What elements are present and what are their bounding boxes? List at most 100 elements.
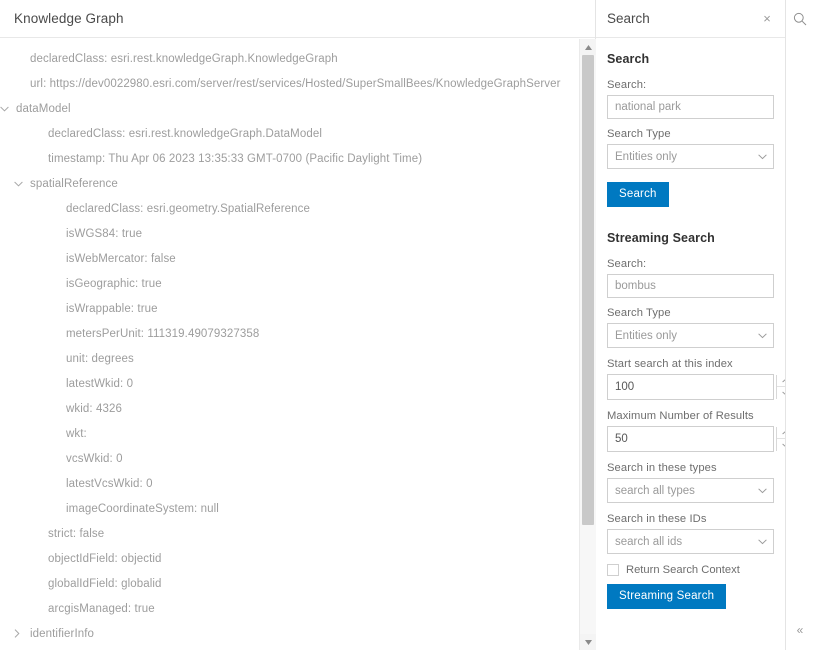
return-search-context-checkbox[interactable] [607, 564, 619, 576]
tree-row: latestVcsWkid: 0 [0, 471, 578, 496]
max-results-spinner[interactable] [776, 427, 785, 451]
tree-row: imageCoordinateSystem: null [0, 496, 578, 521]
tree-row: declaredClass: esri.rest.knowledgeGraph.… [0, 46, 578, 71]
streaming-search-input[interactable] [607, 274, 774, 298]
search-section-heading: Search [607, 52, 650, 66]
app-root: Knowledge Graph declaredClass: esri.rest… [0, 0, 815, 650]
search-type-select[interactable]: Entities only [607, 144, 774, 169]
tree-row-label: objectIdField: objectid [48, 552, 162, 565]
tree-row: isWGS84: true [0, 221, 578, 246]
tree-row: isGeographic: true [0, 271, 578, 296]
max-results-input[interactable] [608, 427, 776, 451]
tree-row-label: declaredClass: esri.rest.knowledgeGraph.… [30, 52, 338, 65]
tree-row[interactable]: dataModel [0, 96, 578, 121]
chevron-down-icon[interactable] [0, 106, 16, 112]
tree-row: url: https://dev0022980.esri.com/server/… [0, 71, 578, 96]
tree-row-label: url: https://dev0022980.esri.com/server/… [30, 77, 561, 90]
tree-row-label: isWrappable: true [66, 302, 158, 315]
streaming-search-button[interactable]: Streaming Search [607, 584, 727, 609]
streaming-search-type-label: Search Type [607, 307, 671, 319]
tree-row: wkt: [0, 421, 578, 446]
tree-row-label: latestWkid: 0 [66, 377, 134, 390]
tree-row-label: identifierInfo [30, 627, 95, 640]
search-types-value[interactable]: search all types [607, 478, 774, 503]
tree-row-label: imageCoordinateSystem: null [66, 502, 219, 515]
tree-row: arcgisManaged: true [0, 596, 578, 621]
tree-row-label: isGeographic: true [66, 277, 162, 290]
stepper-up-icon[interactable] [777, 375, 785, 387]
search-icon[interactable] [786, 0, 814, 38]
start-index-input[interactable] [608, 375, 776, 399]
search-input[interactable] [607, 95, 774, 119]
start-index-label: Start search at this index [607, 358, 733, 370]
tree-row-label: declaredClass: esri.rest.knowledgeGraph.… [48, 127, 323, 140]
tree-row: unit: degrees [0, 346, 578, 371]
knowledge-graph-header: Knowledge Graph [0, 0, 595, 38]
scroll-down-button[interactable] [580, 634, 596, 650]
tree-row-label: spatialReference [30, 177, 118, 190]
tree-row: isWebMercator: false [0, 246, 578, 271]
tree-row-label: wkt: [66, 427, 87, 440]
streaming-search-type-select[interactable]: Entities only [607, 323, 774, 348]
search-panel-title: Search [607, 11, 650, 26]
search-type-value[interactable]: Entities only [607, 144, 774, 169]
action-rail: « [786, 0, 814, 650]
tree-row-label: globalIdField: globalid [48, 577, 162, 590]
tree-row: timestamp: Thu Apr 06 2023 13:35:33 GMT-… [0, 146, 578, 171]
tree-row[interactable]: identifierInfo [0, 621, 578, 646]
search-field-label: Search: [607, 79, 647, 91]
search-type-label: Search Type [607, 128, 671, 140]
stepper-down-icon[interactable] [777, 439, 785, 451]
tree-row: latestWkid: 0 [0, 371, 578, 396]
close-icon[interactable]: × [759, 11, 775, 27]
search-button[interactable]: Search [607, 182, 669, 207]
search-ids-label: Search in these IDs [607, 513, 707, 525]
tree-row: strict: false [0, 521, 578, 546]
chevron-down-icon[interactable] [14, 181, 30, 187]
search-types-select[interactable]: search all types [607, 478, 774, 503]
page-title: Knowledge Graph [14, 11, 124, 26]
tree-row-label: isWebMercator: false [66, 252, 176, 265]
search-types-label: Search in these types [607, 462, 717, 474]
search-ids-select[interactable]: search all ids [607, 529, 774, 554]
scrollbar-track[interactable] [580, 55, 596, 634]
tree-row: vcsWkid: 0 [0, 446, 578, 471]
knowledge-graph-pane: Knowledge Graph declaredClass: esri.rest… [0, 0, 596, 650]
scroll-up-button[interactable] [580, 39, 596, 55]
tree-row: metersPerUnit: 111319.49079327358 [0, 321, 578, 346]
tree-row-label: wkid: 4326 [66, 402, 122, 415]
tree-row-label: strict: false [48, 527, 105, 540]
search-panel: Search × Search Search: Search Type Enti… [596, 0, 786, 650]
return-search-context-label: Return Search Context [626, 564, 740, 576]
tree-row: declaredClass: esri.rest.knowledgeGraph.… [0, 121, 578, 146]
tree-row: wkid: 4326 [0, 396, 578, 421]
tree-row[interactable]: spatialReference [0, 171, 578, 196]
stepper-down-icon[interactable] [777, 387, 785, 399]
start-index-stepper[interactable] [607, 374, 785, 400]
streaming-search-section-heading: Streaming Search [607, 231, 715, 245]
streaming-search-type-value[interactable]: Entities only [607, 323, 774, 348]
chevron-right-icon[interactable] [14, 629, 30, 638]
tree-row: declaredClass: esri.geometry.SpatialRefe… [0, 196, 578, 221]
property-tree: declaredClass: esri.rest.knowledgeGraph.… [0, 38, 578, 650]
tree-scrollbar[interactable] [579, 39, 596, 650]
tree-row-label: latestVcsWkid: 0 [66, 477, 153, 490]
collapse-panel-icon[interactable]: « [786, 624, 814, 636]
tree-row: isWrappable: true [0, 296, 578, 321]
tree-row-label: declaredClass: esri.geometry.SpatialRefe… [66, 202, 310, 215]
search-panel-body: Search Search: Search Type Entities only… [596, 38, 785, 650]
start-index-spinner[interactable] [776, 375, 785, 399]
search-panel-header: Search × [596, 0, 785, 38]
max-results-stepper[interactable] [607, 426, 785, 452]
tree-row-label: metersPerUnit: 111319.49079327358 [66, 327, 260, 340]
tree-row: objectIdField: objectid [0, 546, 578, 571]
tree-row-label: vcsWkid: 0 [66, 452, 123, 465]
scrollbar-thumb[interactable] [582, 55, 594, 525]
tree-row-label: dataModel [16, 102, 71, 115]
tree-row: globalIdField: globalid [0, 571, 578, 596]
search-ids-value[interactable]: search all ids [607, 529, 774, 554]
tree-scroll-viewport[interactable]: declaredClass: esri.rest.knowledgeGraph.… [0, 38, 595, 650]
stepper-up-icon[interactable] [777, 427, 785, 439]
streaming-search-field-label: Search: [607, 258, 647, 270]
return-search-context-row[interactable]: Return Search Context [607, 564, 774, 576]
